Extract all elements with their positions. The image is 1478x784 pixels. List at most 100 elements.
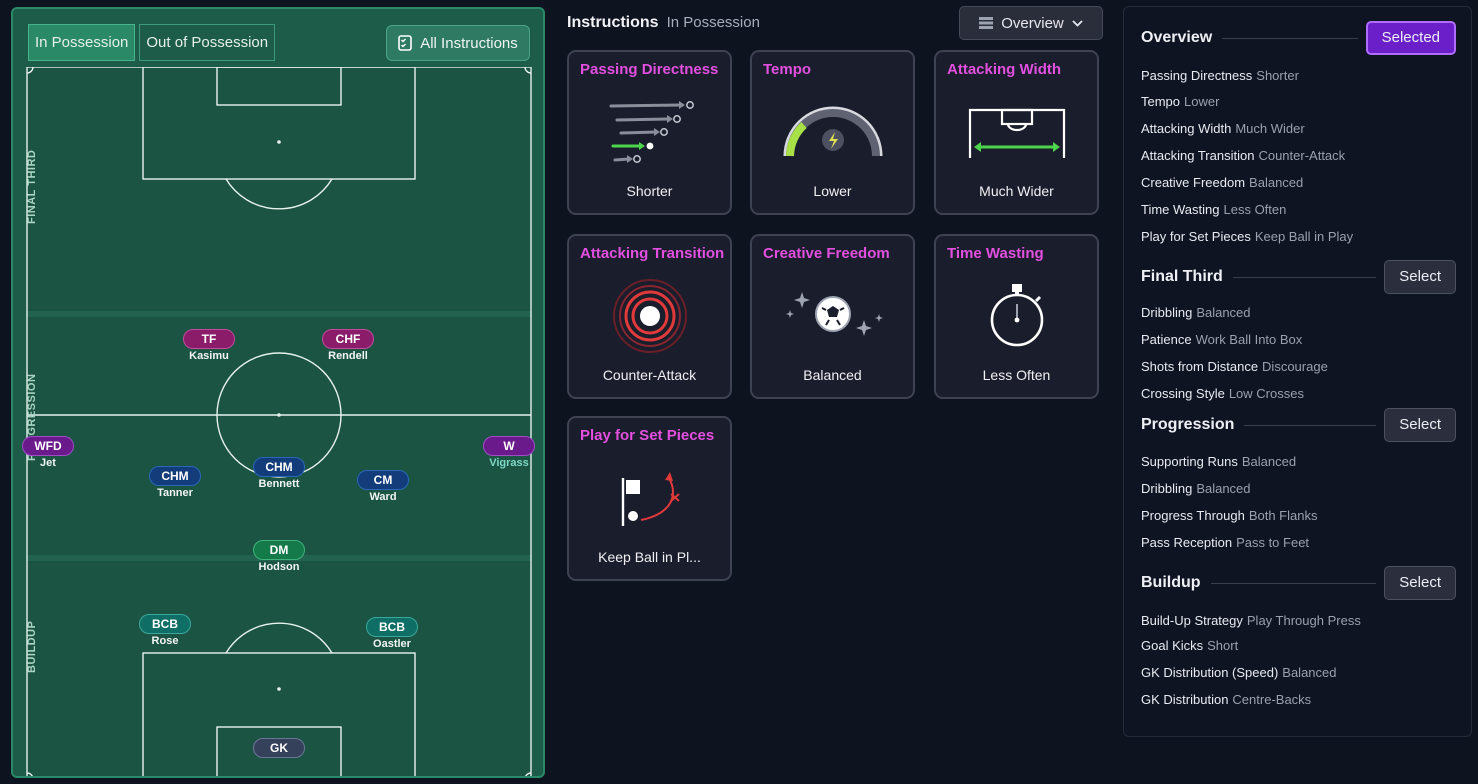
instruction-card-attacking-width[interactable]: Attacking Width Much Wider bbox=[934, 50, 1099, 215]
instruction-card-attacking-transition[interactable]: Attacking Transition Counter-Attack bbox=[567, 234, 732, 399]
summary-row: Shots from Distance Discourage bbox=[1141, 359, 1328, 374]
player-bcb-right[interactable]: BCB Oastler bbox=[366, 617, 418, 650]
position-badge: DM bbox=[253, 540, 305, 560]
position-badge: CHM bbox=[253, 457, 305, 477]
card-title: Passing Directness bbox=[580, 61, 719, 78]
player-tf[interactable]: TF Kasimu bbox=[183, 329, 235, 362]
all-instructions-button[interactable]: All Instructions bbox=[386, 25, 530, 61]
row-label: Patience bbox=[1141, 332, 1192, 347]
summary-row: GK Distribution Centre-Backs bbox=[1141, 692, 1311, 707]
pitch-panel: In Possession Out of Possession All Inst… bbox=[11, 7, 545, 778]
player-dm[interactable]: DM Hodson bbox=[253, 540, 305, 573]
section-header-buildup: Buildup Select bbox=[1141, 566, 1456, 600]
page-title: Instructions bbox=[567, 14, 659, 31]
row-label: Attacking Width bbox=[1141, 121, 1232, 136]
position-badge: CHM bbox=[149, 466, 201, 486]
overview-selected-button[interactable]: Selected bbox=[1365, 21, 1456, 55]
row-label: Pass Reception bbox=[1141, 535, 1233, 550]
row-value: Much Wider bbox=[1235, 121, 1305, 136]
card-value: Lower bbox=[813, 183, 852, 199]
row-label: Play for Set Pieces bbox=[1141, 229, 1251, 244]
pitch-markings bbox=[26, 67, 532, 776]
view-dropdown-value: Overview bbox=[1001, 14, 1064, 32]
player-chm-left[interactable]: CHM Tanner bbox=[149, 466, 201, 499]
row-label: Creative Freedom bbox=[1141, 175, 1246, 190]
row-label: Attacking Transition bbox=[1141, 148, 1255, 163]
pitch-width-icon bbox=[968, 108, 1066, 158]
player-cm[interactable]: CM Ward bbox=[357, 470, 409, 503]
zone-label-final-third: FINAL THIRD bbox=[26, 149, 38, 225]
instruction-card-tempo[interactable]: Tempo Lower bbox=[750, 50, 915, 215]
position-badge: BCB bbox=[139, 614, 191, 634]
row-value: Balanced bbox=[1241, 454, 1297, 469]
player-wfd[interactable]: WFD Jet bbox=[22, 436, 74, 469]
player-chf[interactable]: CHF Rendell bbox=[322, 329, 374, 362]
instruction-card-time-wasting[interactable]: Time Wasting Less Often bbox=[934, 234, 1099, 399]
row-label: Goal Kicks bbox=[1141, 638, 1204, 653]
card-title: Time Wasting bbox=[947, 245, 1044, 262]
card-value: Shorter bbox=[626, 183, 673, 199]
summary-row: Attacking Transition Counter-Attack bbox=[1141, 148, 1345, 163]
card-title: Attacking Width bbox=[947, 61, 1062, 78]
section-header-final-third: Final Third Select bbox=[1141, 260, 1456, 294]
section-divider bbox=[1232, 276, 1377, 278]
position-badge: GK bbox=[253, 738, 305, 758]
row-value: Balanced bbox=[1249, 175, 1304, 190]
row-value: Balanced bbox=[1196, 305, 1251, 320]
card-title: Play for Set Pieces bbox=[580, 427, 715, 444]
section-title: Progression bbox=[1141, 416, 1235, 433]
pitch-field: FINAL THIRD PROGRESSION BUILDUP TF Kasim… bbox=[22, 67, 535, 776]
position-badge: CM bbox=[357, 470, 409, 490]
position-badge: CHF bbox=[322, 329, 374, 349]
player-name: Vigrass bbox=[489, 457, 529, 469]
tempo-gauge-icon bbox=[783, 106, 883, 157]
player-w[interactable]: W Vigrass bbox=[483, 436, 535, 469]
player-bcb-left[interactable]: BCB Rose bbox=[139, 614, 191, 647]
row-label: Dribbling bbox=[1141, 305, 1193, 320]
section-header-progression: Progression Select bbox=[1141, 408, 1456, 442]
chevron-down-icon bbox=[1072, 19, 1083, 27]
buildup-select-button[interactable]: Select bbox=[1384, 566, 1456, 600]
section-divider bbox=[1244, 424, 1377, 426]
row-label: Shots from Distance bbox=[1141, 359, 1259, 374]
player-name: Bennett bbox=[258, 478, 300, 490]
player-chm-centre[interactable]: CHM Bennett bbox=[253, 457, 305, 490]
summary-row: Creative Freedom Balanced bbox=[1141, 175, 1303, 190]
card-title: Creative Freedom bbox=[763, 245, 890, 262]
corner-flag-icon bbox=[621, 472, 680, 526]
player-name: Hodson bbox=[258, 561, 300, 573]
tab-in-possession[interactable]: In Possession bbox=[28, 24, 136, 61]
instruction-card-passing-directness[interactable]: Passing Directness Shorter bbox=[567, 50, 732, 215]
card-value: Balanced bbox=[803, 367, 862, 383]
progression-select-button[interactable]: Select bbox=[1384, 408, 1456, 442]
summary-row: Time Wasting Less Often bbox=[1141, 202, 1286, 217]
final-third-select-button[interactable]: Select bbox=[1384, 260, 1456, 294]
row-label: GK Distribution bbox=[1141, 692, 1229, 707]
summary-row: Passing Directness Shorter bbox=[1141, 68, 1299, 83]
row-value: Play Through Press bbox=[1246, 613, 1361, 628]
summary-row: Goal Kicks Short bbox=[1141, 638, 1238, 653]
player-gk[interactable]: GK bbox=[253, 738, 305, 758]
view-dropdown[interactable]: Overview bbox=[959, 6, 1103, 40]
summary-row: Progress Through Both Flanks bbox=[1141, 508, 1317, 523]
position-badge: TF bbox=[183, 329, 235, 349]
instruction-card-play-for-set-pieces[interactable]: Play for Set Pieces Keep Ball in Pl... bbox=[567, 416, 732, 581]
row-label: GK Distribution (Speed) bbox=[1141, 665, 1279, 680]
instructions-summary-panel: Overview Selected Passing Directness Shor… bbox=[1123, 6, 1472, 737]
summary-row: GK Distribution (Speed) Balanced bbox=[1141, 665, 1337, 680]
instructions-header: Instructions In Possession bbox=[567, 14, 760, 32]
row-value: Counter-Attack bbox=[1258, 148, 1346, 163]
summary-row: Pass Reception Pass to Feet bbox=[1141, 535, 1309, 550]
list-icon bbox=[979, 17, 994, 29]
row-value: Lower bbox=[1184, 94, 1220, 109]
player-name: Jet bbox=[40, 457, 56, 469]
card-title: Tempo bbox=[763, 61, 812, 78]
section-title: Final Third bbox=[1141, 268, 1223, 285]
instruction-card-creative-freedom[interactable]: Creative Freedom Balanced bbox=[750, 234, 915, 399]
summary-row: Crossing Style Low Crosses bbox=[1141, 386, 1304, 401]
tab-out-of-possession[interactable]: Out of Possession bbox=[139, 24, 276, 61]
section-title: Overview bbox=[1141, 29, 1213, 46]
summary-row: Play for Set Pieces Keep Ball in Play bbox=[1141, 229, 1353, 244]
section-header-overview: Overview Selected bbox=[1141, 21, 1456, 55]
stopwatch-icon bbox=[990, 284, 1044, 347]
